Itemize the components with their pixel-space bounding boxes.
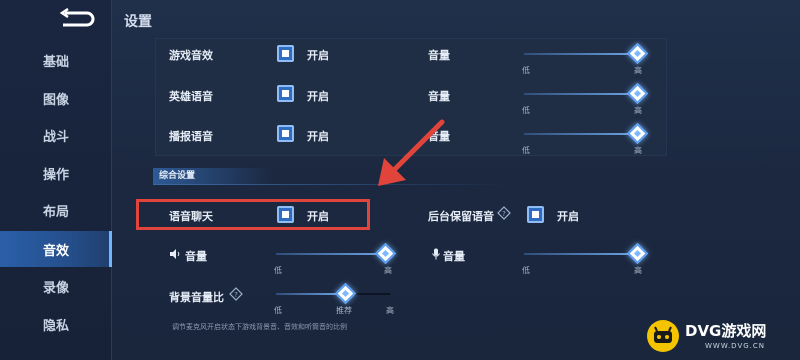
highlight-box (136, 199, 370, 230)
sidebar-item-label: 战斗 (42, 129, 69, 145)
slider-high-label: 高 (634, 266, 642, 275)
hero-voice-volume-label: 音量 (428, 90, 450, 103)
slider-high-label: 高 (634, 66, 642, 75)
slider-low-label: 低 (522, 106, 530, 115)
sidebar-item-label: 基础 (42, 54, 69, 70)
mic-volume-label: 音量 (443, 250, 465, 263)
sidebar: 基础 图像 战斗 操作 布局 音效 录像 隐私 (0, 0, 112, 360)
mic-volume-slider[interactable]: 低 高 (522, 242, 649, 275)
background-voice-label: 后台保留语音 (428, 210, 494, 223)
hero-voice-label: 英雄语音 (169, 90, 213, 103)
watermark-badge-icon (647, 320, 679, 352)
bg-ratio-hint: 调节麦克风开启状态下游戏背景音、音效和听筒音的比例 (172, 323, 347, 331)
broadcast-voice-checkbox[interactable] (277, 125, 294, 142)
settings-screen: 基础 图像 战斗 操作 布局 音效 录像 隐私 设置 游戏音效 开启 音量 低 … (0, 0, 800, 360)
slider-low-label: 低 (522, 146, 530, 155)
sidebar-item-label: 图像 (42, 92, 69, 108)
sidebar-item-replay[interactable]: 录像 (0, 268, 112, 304)
background-voice-on-label: 开启 (557, 210, 579, 223)
slider-high-label: 高 (386, 306, 394, 315)
microphone-icon (432, 248, 440, 260)
watermark-title: DVG游戏网 (685, 322, 767, 340)
sidebar-item-controls[interactable]: 操作 (0, 155, 112, 191)
sidebar-item-label: 操作 (42, 167, 69, 183)
help-diamond-icon[interactable]: ? (229, 287, 243, 301)
sidebar-item-label: 录像 (42, 280, 69, 296)
slider-low-label: 低 (522, 266, 530, 275)
sidebar-item-label: 音效 (42, 243, 69, 259)
broadcast-voice-on-label: 开启 (307, 130, 329, 143)
sidebar-item-basic[interactable]: 基础 (0, 42, 112, 78)
slider-recommended-label: 推荐 (336, 306, 352, 315)
watermark-subtitle: WWW.DVG.CN (705, 342, 766, 350)
slider-high-label: 高 (634, 106, 642, 115)
sidebar-item-privacy[interactable]: 隐私 (0, 306, 112, 342)
watermark-logo: DVG游戏网 WWW.DVG.CN (643, 316, 795, 356)
slider-low-label: 低 (274, 306, 282, 315)
help-diamond-icon[interactable]: ? (497, 206, 511, 220)
back-arrow-icon[interactable] (55, 8, 99, 28)
page-title: 设置 (124, 14, 152, 30)
speaker-volume-label: 音量 (185, 250, 207, 263)
sidebar-item-label: 布局 (42, 204, 69, 220)
game-sfx-checkbox[interactable] (277, 45, 294, 62)
bg-ratio-slider[interactable]: 低 推荐 高 (274, 282, 394, 315)
game-sfx-volume-slider[interactable]: 低 高 (522, 42, 649, 75)
slider-high-label: 高 (384, 266, 392, 275)
hero-voice-volume-slider[interactable]: 低 高 (522, 82, 649, 115)
general-settings-header: 综合设置 (153, 168, 273, 184)
red-arrow-annotation (378, 119, 445, 186)
game-sfx-label: 游戏音效 (169, 49, 213, 62)
broadcast-voice-volume-slider[interactable]: 低 高 (522, 122, 649, 155)
sidebar-item-label: 隐私 (42, 318, 69, 334)
sidebar-item-combat[interactable]: 战斗 (0, 117, 112, 153)
sidebar-item-sound[interactable]: 音效 (0, 231, 112, 267)
game-sfx-on-label: 开启 (307, 49, 329, 62)
hero-voice-on-label: 开启 (307, 90, 329, 103)
svg-text:?: ? (502, 210, 506, 218)
svg-text:?: ? (234, 291, 238, 299)
slider-low-label: 低 (522, 66, 530, 75)
speaker-volume-slider[interactable]: 低 高 (274, 242, 397, 275)
speaker-icon (170, 249, 180, 259)
hero-voice-checkbox[interactable] (277, 85, 294, 102)
background-voice-checkbox[interactable] (527, 206, 544, 223)
bg-ratio-label: 背景音量比 (169, 291, 224, 304)
slider-high-label: 高 (634, 146, 642, 155)
game-sfx-volume-label: 音量 (428, 49, 450, 62)
sidebar-item-graphics[interactable]: 图像 (0, 80, 112, 116)
broadcast-voice-label: 播报语音 (169, 130, 213, 143)
slider-low-label: 低 (274, 266, 282, 275)
sidebar-item-layout[interactable]: 布局 (0, 192, 112, 228)
